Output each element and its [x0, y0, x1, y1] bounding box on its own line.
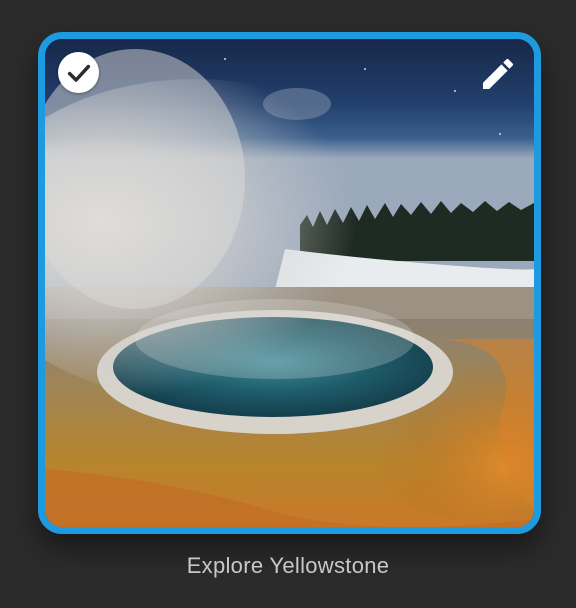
- checkmark-glyph: [67, 64, 90, 82]
- selected-tile-card[interactable]: [38, 32, 541, 534]
- tile-grid-area: Explore Yellowstone: [0, 0, 576, 608]
- tile-caption: Explore Yellowstone: [186, 553, 390, 578]
- pencil-icon[interactable]: [478, 54, 518, 94]
- check-circle-icon[interactable]: [58, 52, 99, 93]
- tile-photo: [45, 39, 534, 527]
